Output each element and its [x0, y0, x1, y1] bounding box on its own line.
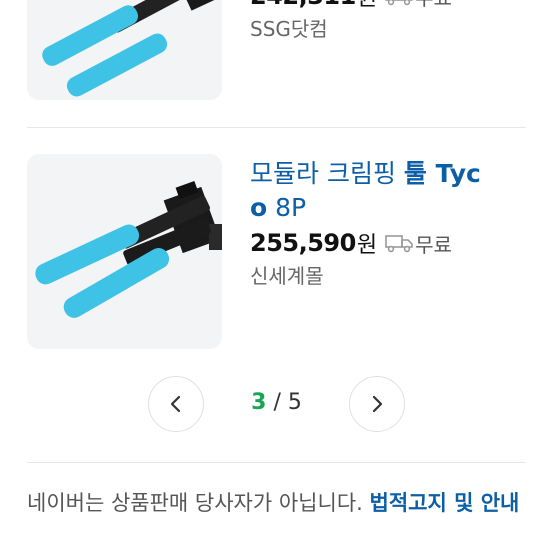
- price: 255,590: [250, 229, 356, 257]
- price-row: 255,590 원 무료: [250, 225, 533, 261]
- legal-notice: 네이버는 상품판매 당사자가 아닙니다. 법적고지 및 안내: [27, 486, 533, 520]
- truck-icon: [385, 0, 413, 6]
- price-row: 242,311 원 무료: [250, 0, 533, 14]
- price: 242,311: [250, 0, 356, 10]
- shipping-info: 무료: [385, 229, 452, 258]
- seller-name[interactable]: SSG닷컴: [250, 14, 533, 44]
- product-thumbnail[interactable]: [27, 154, 222, 349]
- seller-name[interactable]: 신세계몰: [250, 261, 533, 291]
- footer-divider: [27, 462, 526, 463]
- page-separator: /: [266, 390, 288, 415]
- truck-icon: [385, 235, 413, 253]
- card-divider: [27, 127, 526, 128]
- shipping-label: 무료: [415, 232, 452, 257]
- product-thumbnail[interactable]: [27, 0, 222, 100]
- next-page-button[interactable]: [349, 376, 405, 432]
- shipping-info: 무료: [385, 0, 452, 11]
- product-title[interactable]: 모듈라 크림핑 툴 Tyc o 8P: [250, 157, 533, 225]
- title-text: 모듈라 크림핑: [250, 159, 404, 188]
- pagination: 3 / 5: [0, 376, 553, 436]
- title-bold-text: 툴 Tyc: [403, 159, 481, 188]
- shipping-label: 무료: [415, 0, 452, 11]
- current-page: 3: [251, 390, 267, 415]
- currency: 원: [356, 233, 378, 258]
- title-bold-text-2: o: [250, 193, 268, 222]
- crimping-tool-image: [35, 180, 222, 318]
- crimping-tool-image: [42, 0, 222, 97]
- notice-text: 네이버는 상품판매 당사자가 아닙니다.: [27, 491, 370, 515]
- total-pages: 5: [287, 390, 302, 415]
- chevron-right-icon: [372, 395, 383, 413]
- page-indicator: 3 / 5: [0, 390, 553, 415]
- title-text-2: 8P: [267, 193, 307, 222]
- legal-notice-link[interactable]: 법적고지 및 안내: [370, 491, 520, 515]
- currency: 원: [357, 0, 377, 12]
